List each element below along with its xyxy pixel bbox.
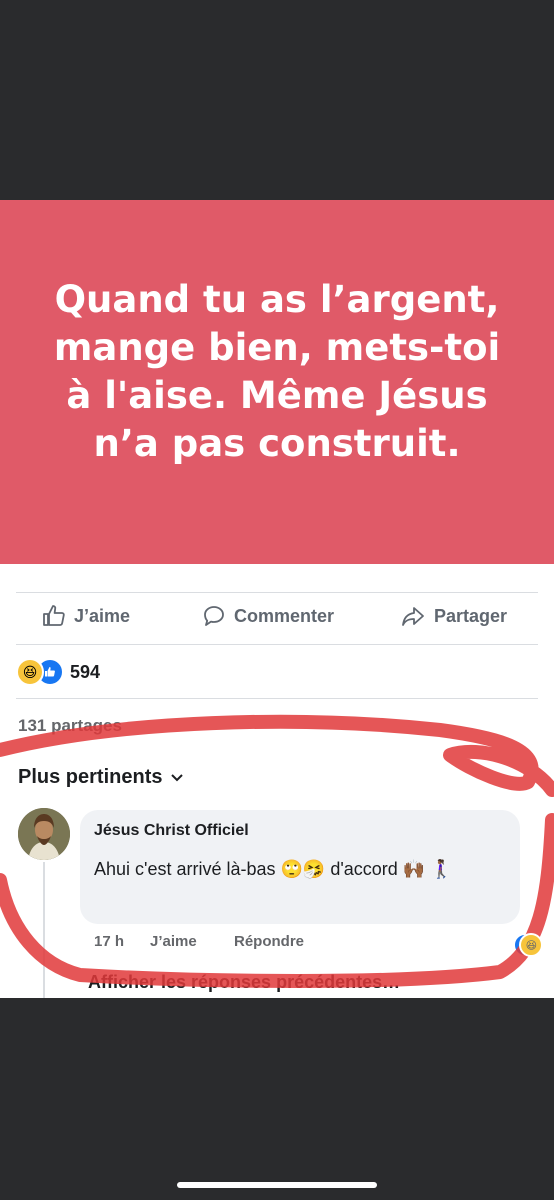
comment-button[interactable]: Commenter — [202, 604, 334, 628]
top-dark-bar — [0, 0, 554, 200]
comment-sort-dropdown[interactable]: Plus pertinents — [18, 766, 184, 789]
comment-label: Commenter — [234, 605, 335, 626]
comment-like-button[interactable]: J’aime — [150, 933, 197, 950]
reply-thread-line — [43, 862, 45, 998]
share-arrow-icon — [400, 604, 426, 628]
reaction-count: 594 — [70, 661, 101, 682]
comment-meta-row: 17 h J’aime Répondre 62 😆 — [94, 931, 544, 957]
avatar[interactable] — [18, 808, 70, 860]
divider — [16, 592, 538, 593]
share-label: Partager — [434, 605, 508, 626]
haha-emoji-icon: 😆 — [16, 658, 44, 686]
divider — [16, 698, 538, 699]
share-count[interactable]: 131 partages — [18, 716, 122, 736]
post-text: Quand tu as l’argent, mange bien, mets-t… — [53, 278, 501, 465]
thumbs-up-icon — [42, 604, 66, 628]
share-button[interactable]: Partager — [400, 604, 507, 628]
home-indicator[interactable] — [177, 1182, 377, 1188]
comment-icon — [202, 604, 226, 628]
comment-text: Ahui c'est arrivé là-bas 🙄🤧 d'accord 🙌🏾 … — [94, 859, 453, 879]
chevron-down-icon — [170, 766, 184, 789]
bottom-dark-bar — [0, 998, 554, 1200]
comment-time[interactable]: 17 h — [94, 933, 124, 950]
show-previous-replies-link[interactable]: Afficher les réponses précédentes… — [88, 972, 400, 993]
like-button[interactable]: J’aime — [42, 604, 130, 628]
reaction-summary[interactable]: 😆 594 — [16, 658, 100, 686]
comment-reply-button[interactable]: Répondre — [234, 933, 304, 950]
sort-label: Plus pertinents — [18, 766, 163, 788]
like-label: J’aime — [74, 605, 131, 626]
divider — [16, 644, 538, 645]
comment-reactions[interactable]: 62 😆 — [513, 931, 544, 957]
action-bar: J’aime Commenter Partager — [0, 596, 554, 642]
haha-emoji-icon: 😆 — [519, 933, 544, 957]
comment-bubble: Jésus Christ Officiel Ahui c'est arrivé … — [80, 810, 520, 924]
comment-author[interactable]: Jésus Christ Officiel — [94, 822, 249, 840]
post-text-card: Quand tu as l’argent, mange bien, mets-t… — [0, 200, 554, 564]
